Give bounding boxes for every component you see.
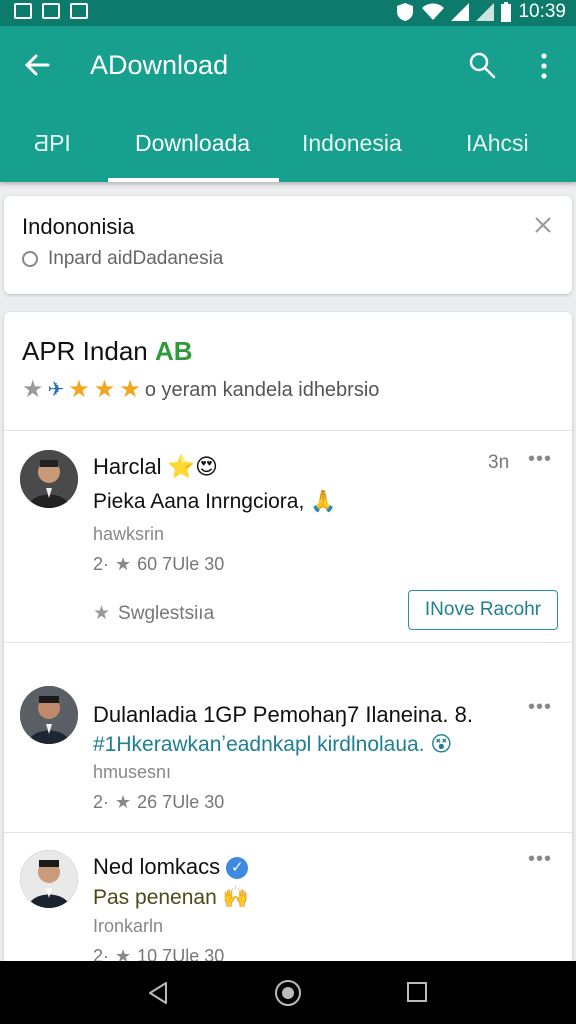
wifi-icon — [422, 3, 445, 20]
search-suggestion-card[interactable]: Indononisia Inpard aidDadanesia — [4, 196, 572, 294]
avatar[interactable] — [20, 850, 78, 908]
avatar[interactable] — [20, 686, 78, 744]
post-time: 3n — [488, 452, 510, 473]
app-bar: ADownload ƋPI Downloada Indonesia IAhcsi — [0, 26, 576, 182]
search-icon[interactable] — [468, 51, 496, 79]
post-text: Pas penenan 🙌 — [93, 886, 249, 910]
nav-back-icon[interactable] — [146, 981, 170, 1005]
star-icon: ★ — [115, 792, 132, 812]
tab-downloads[interactable]: Downloada — [135, 130, 250, 157]
post-author[interactable]: Dulanladia 1GP Pemohaŋ7 Ilaneina. 8. — [93, 702, 473, 728]
suggestion-subtitle-row: Inpard aidDadanesia — [22, 248, 223, 270]
stat-detail: 60 7Ule 30 — [137, 554, 225, 574]
tab-bar: ƋPI Downloada Indonesia IAhcsi — [0, 122, 576, 182]
post-author[interactable]: Harclal ⭐😍 — [93, 454, 218, 480]
author-emoji: ⭐😍 — [167, 454, 218, 479]
star-icon: ★ — [119, 376, 141, 403]
app-title: ADownload — [90, 50, 229, 80]
feed-title-badge: AB — [154, 336, 193, 366]
star-outline-icon: ★ — [22, 376, 44, 403]
tab-indonesia[interactable]: Indonesia — [302, 130, 402, 157]
author-name: Harclal — [93, 454, 162, 479]
feed-title: APR Indan AB — [22, 336, 193, 367]
battery-icon — [501, 2, 512, 22]
post-stats: 2· ★ 26 7Ule 30 — [93, 792, 224, 813]
system-nav-bar — [0, 961, 576, 1024]
suggestion-row: ★ Swglestsiıa — [93, 602, 214, 625]
rating-row: ★ ✈ ★ ★ ★ o yeram kandela idhebrsio — [22, 378, 379, 402]
more-horiz-icon[interactable]: ••• — [528, 848, 552, 871]
post-handle: Ironkarln — [93, 916, 164, 936]
more-horiz-icon[interactable]: ••• — [528, 448, 552, 471]
stat-detail: 26 7Ule 30 — [137, 792, 225, 812]
stat-count: 2· — [93, 554, 110, 574]
nav-home-icon[interactable] — [275, 980, 301, 1006]
post-text: Pieka Aana Inrngciora, 🙏 — [93, 490, 336, 514]
tab-api[interactable]: ƋPI — [34, 130, 71, 157]
action-button[interactable]: INove Racohr — [408, 590, 558, 630]
star-icon: ★ — [93, 376, 116, 403]
post-stats: 2· ★ 60 7Ule 30 — [93, 554, 224, 575]
post-text-emoji: 🙌 — [222, 886, 249, 909]
more-horiz-icon[interactable]: ••• — [528, 696, 552, 719]
post-handle: hawksrin — [93, 524, 165, 544]
post-item[interactable]: Dulanladia 1GP Pemohaŋ7 Ilaneina. 8. •••… — [4, 642, 572, 832]
post-item[interactable]: Harclal ⭐😍 3n ••• Pieka Aana Inrngciora,… — [4, 430, 572, 640]
suggestion-label: Swglestsiıa — [118, 602, 215, 624]
avatar[interactable] — [20, 450, 78, 508]
notification-icons — [14, 3, 88, 19]
close-icon[interactable] — [532, 214, 554, 236]
star-icon: ★ — [93, 603, 111, 624]
post-item[interactable]: Ned lomkacs ✓ ••• Pas penenan 🙌 Ironkarl… — [4, 832, 572, 972]
verified-badge-icon: ✓ — [226, 857, 249, 880]
more-vert-icon[interactable] — [534, 51, 554, 81]
status-bar: 10:39 — [0, 0, 576, 26]
tab-other[interactable]: IAhcsi — [466, 130, 529, 157]
post-author[interactable]: Ned lomkacs ✓ — [93, 854, 249, 880]
post-text-emoji: 😵 — [430, 733, 453, 756]
star-icon: ★ — [115, 554, 132, 574]
rating-text: o yeram kandela idhebrsio — [144, 378, 380, 401]
suggestion-subtitle: Inpard aidDadanesia — [48, 248, 224, 269]
post-handle: hmusesnı — [93, 762, 172, 782]
pin-icon: ✈ — [47, 379, 65, 401]
history-icon — [22, 251, 38, 267]
photo-notification-icon — [70, 3, 88, 19]
stat-count: 2· — [93, 792, 110, 812]
post-text-content: Pas penenan — [93, 886, 217, 909]
shield-icon — [397, 3, 414, 21]
signal-icon — [451, 3, 470, 21]
gallery-notification-icon — [42, 3, 60, 19]
post-text-content: Pieka Aana Inrngciora, — [93, 490, 305, 513]
clock-time: 10:39 — [518, 1, 566, 22]
image-notification-icon — [14, 3, 32, 19]
author-name: Ned lomkacs — [93, 854, 221, 879]
active-tab-indicator — [108, 178, 279, 182]
suggestion-title: Indononisia — [22, 214, 135, 239]
star-icon: ★ — [68, 376, 90, 403]
post-text-content: #1Hkerawkanʼeadnkapl kirdlnolaua. — [93, 733, 425, 756]
post-text-emoji: 🙏 — [310, 490, 337, 513]
nav-recents-icon[interactable] — [407, 982, 427, 1002]
signal-2-icon — [476, 3, 495, 21]
post-text: #1Hkerawkanʼeadnkapl kirdlnolaua. 😵 — [93, 732, 452, 757]
feed-card: APR Indan AB ★ ✈ ★ ★ ★ o yeram kandela i… — [4, 312, 572, 972]
feed-title-text: APR Indan — [22, 336, 148, 366]
back-arrow-icon[interactable] — [22, 50, 52, 80]
